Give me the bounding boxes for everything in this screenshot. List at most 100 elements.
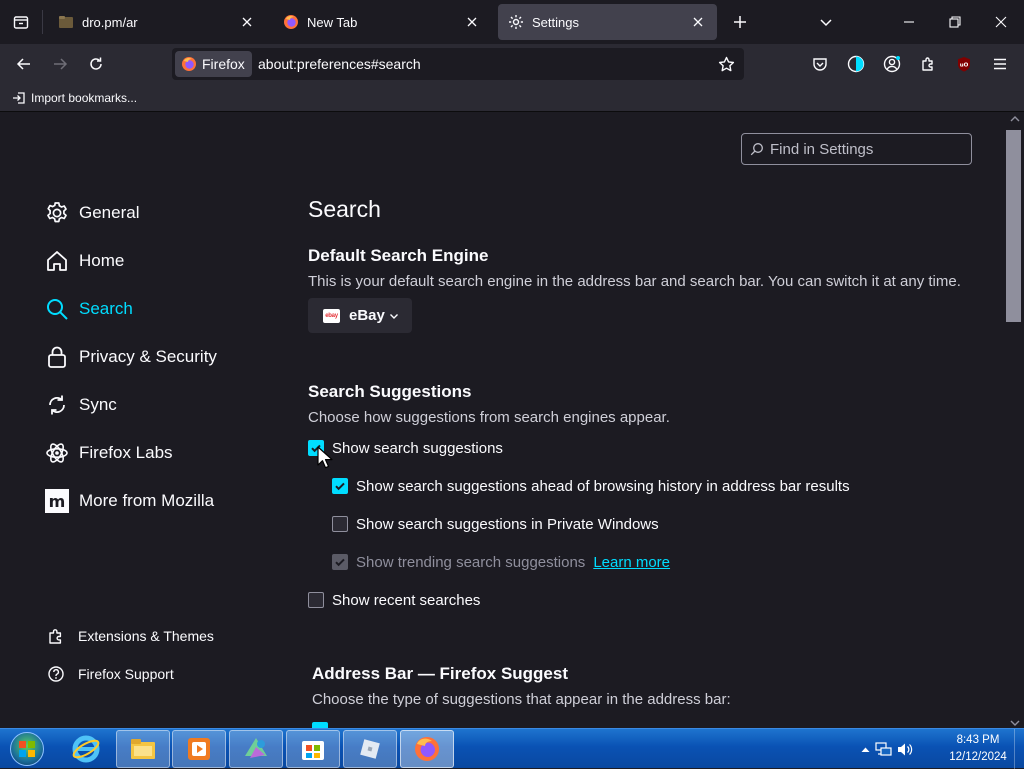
- scrollbar-thumb[interactable]: [1006, 130, 1021, 322]
- firefox-support-link[interactable]: Firefox Support: [44, 655, 214, 693]
- sync-icon: [44, 392, 70, 418]
- identity-box[interactable]: Firefox: [175, 51, 252, 77]
- url-text[interactable]: about:preferences#search: [258, 48, 421, 80]
- default-engine-dropdown[interactable]: ebay eBay: [308, 298, 412, 333]
- firefox-view-button[interactable]: [0, 0, 42, 44]
- show-hidden-icons-button[interactable]: [856, 740, 874, 758]
- import-bookmarks-label: Import bookmarks...: [31, 91, 138, 105]
- tab-label: New Tab: [307, 14, 358, 30]
- category-list: General Home Search Privacy & Security S…: [44, 189, 274, 525]
- checkbox-checked[interactable]: [332, 478, 348, 494]
- search-suggestions-heading: Search Suggestions: [308, 382, 472, 401]
- tab-close-button[interactable]: [238, 13, 256, 31]
- roblox-icon: [360, 739, 380, 759]
- account-icon: [883, 55, 901, 73]
- category-firefox-labs[interactable]: Firefox Labs: [44, 429, 274, 477]
- close-window-button[interactable]: [978, 0, 1024, 44]
- default-search-engine-heading: Default Search Engine: [308, 246, 489, 265]
- puzzle-icon: [44, 624, 68, 648]
- show-desktop-button[interactable]: [1014, 729, 1024, 769]
- taskbar-media-player[interactable]: [172, 730, 226, 768]
- category-general[interactable]: General: [44, 189, 274, 237]
- checkmark-icon: [335, 558, 345, 567]
- chevron-down-icon: [820, 19, 832, 27]
- taskbar-internet-explorer[interactable]: [59, 730, 113, 768]
- list-all-tabs-button[interactable]: [810, 6, 842, 38]
- show-recent-searches-checkbox[interactable]: Show recent searches: [308, 589, 480, 611]
- app-menu-button[interactable]: [984, 48, 1016, 80]
- tab-label: dro.pm/ar: [82, 14, 138, 30]
- start-button[interactable]: [4, 730, 50, 768]
- scroll-up-arrow-icon[interactable]: [1010, 115, 1020, 123]
- scroll-down-arrow-icon[interactable]: [1010, 719, 1020, 727]
- taskbar-paint-app[interactable]: [229, 730, 283, 768]
- tab-label: Settings: [532, 14, 579, 30]
- account-button[interactable]: [876, 48, 908, 80]
- back-button[interactable]: [8, 48, 40, 80]
- downloads-button[interactable]: [840, 48, 872, 80]
- restore-button[interactable]: [932, 0, 978, 44]
- extensions-button[interactable]: [912, 48, 944, 80]
- microsoft-store-icon: [302, 741, 324, 760]
- default-search-engine-description: This is your default search engine in th…: [308, 273, 961, 290]
- checkbox-label: Show search suggestions in Private Windo…: [356, 515, 659, 533]
- taskbar-roblox[interactable]: [343, 730, 397, 768]
- page-scrollbar[interactable]: [1006, 113, 1024, 729]
- minimize-icon: [904, 21, 914, 23]
- taskbar-clock[interactable]: 8:43 PM 12/12/2024: [945, 732, 1011, 766]
- star-icon: [718, 56, 734, 71]
- category-home[interactable]: Home: [44, 237, 274, 285]
- tab-dro-pm[interactable]: dro.pm/ar: [48, 4, 266, 40]
- category-search[interactable]: Search: [44, 285, 274, 333]
- bookmark-star-button[interactable]: [710, 48, 742, 80]
- category-more-from-mozilla[interactable]: m More from Mozilla: [44, 477, 274, 525]
- mozilla-icon: m: [44, 488, 70, 514]
- learn-more-link[interactable]: Learn more: [593, 554, 670, 571]
- speaker-icon: [897, 743, 912, 755]
- taskbar-file-explorer[interactable]: [116, 730, 170, 768]
- minimize-button[interactable]: [886, 0, 932, 44]
- restore-icon: [949, 16, 961, 28]
- forward-button[interactable]: [44, 48, 76, 80]
- clock-time: 8:43 PM: [956, 734, 1000, 746]
- navigation-toolbar: Firefox about:preferences#search uO: [0, 44, 1024, 84]
- checkbox-unchecked[interactable]: [332, 516, 348, 532]
- network-tray-icon[interactable]: [874, 740, 892, 758]
- ublock-origin-button[interactable]: uO: [948, 48, 980, 80]
- extensions-themes-link[interactable]: Extensions & Themes: [44, 617, 214, 655]
- show-search-suggestions-checkbox[interactable]: Show search suggestions: [308, 437, 503, 459]
- windows-logo-icon: [10, 732, 44, 766]
- paint-app-icon: [245, 738, 267, 758]
- close-icon: [995, 16, 1007, 28]
- checkbox-label: Show search suggestions ahead of browsin…: [356, 477, 850, 495]
- reload-button[interactable]: [80, 48, 112, 80]
- category-label: Sync: [79, 395, 117, 414]
- taskbar-microsoft-store[interactable]: [286, 730, 340, 768]
- suggestions-private-windows-checkbox[interactable]: Show search suggestions in Private Windo…: [332, 513, 659, 535]
- tab-new-tab[interactable]: New Tab: [273, 4, 491, 40]
- tab-close-button[interactable]: [463, 13, 481, 31]
- import-icon: [13, 92, 25, 104]
- category-privacy[interactable]: Privacy & Security: [44, 333, 274, 381]
- find-in-settings[interactable]: [741, 133, 972, 165]
- address-bar[interactable]: Firefox about:preferences#search: [172, 48, 744, 80]
- internet-explorer-icon: [72, 735, 100, 763]
- gear-icon: [44, 200, 70, 226]
- ublock-icon: uO: [958, 57, 970, 72]
- mouse-cursor-icon: [317, 446, 333, 469]
- category-sync[interactable]: Sync: [44, 381, 274, 429]
- suggestions-ahead-of-history-checkbox[interactable]: Show search suggestions ahead of browsin…: [332, 475, 850, 497]
- checkbox-label: Show trending search suggestions: [356, 553, 586, 571]
- clock-date: 12/12/2024: [949, 751, 1007, 763]
- tab-settings[interactable]: Settings: [498, 4, 717, 40]
- new-tab-button[interactable]: [724, 6, 756, 38]
- firefox-view-icon: [13, 16, 29, 29]
- find-in-settings-input[interactable]: [770, 140, 960, 158]
- firefox-support-label: Firefox Support: [78, 666, 174, 682]
- checkbox-unchecked[interactable]: [308, 592, 324, 608]
- pocket-button[interactable]: [804, 48, 836, 80]
- volume-tray-icon[interactable]: [896, 740, 914, 758]
- import-bookmarks-button[interactable]: Import bookmarks...: [8, 87, 141, 109]
- taskbar-firefox[interactable]: [400, 730, 454, 768]
- tab-close-button[interactable]: [689, 13, 707, 31]
